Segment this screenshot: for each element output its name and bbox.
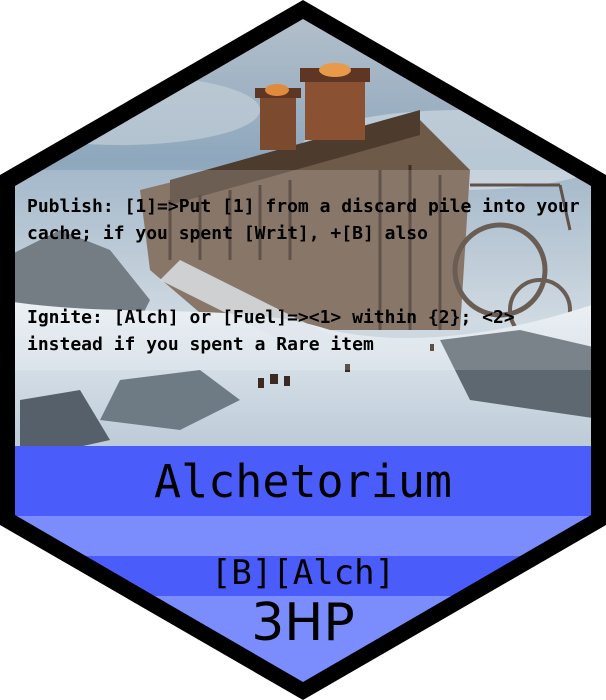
artwork-image	[15, 19, 591, 460]
title-band	[15, 446, 591, 516]
hex-tile	[0, 0, 606, 700]
lower-band-light	[15, 516, 591, 556]
